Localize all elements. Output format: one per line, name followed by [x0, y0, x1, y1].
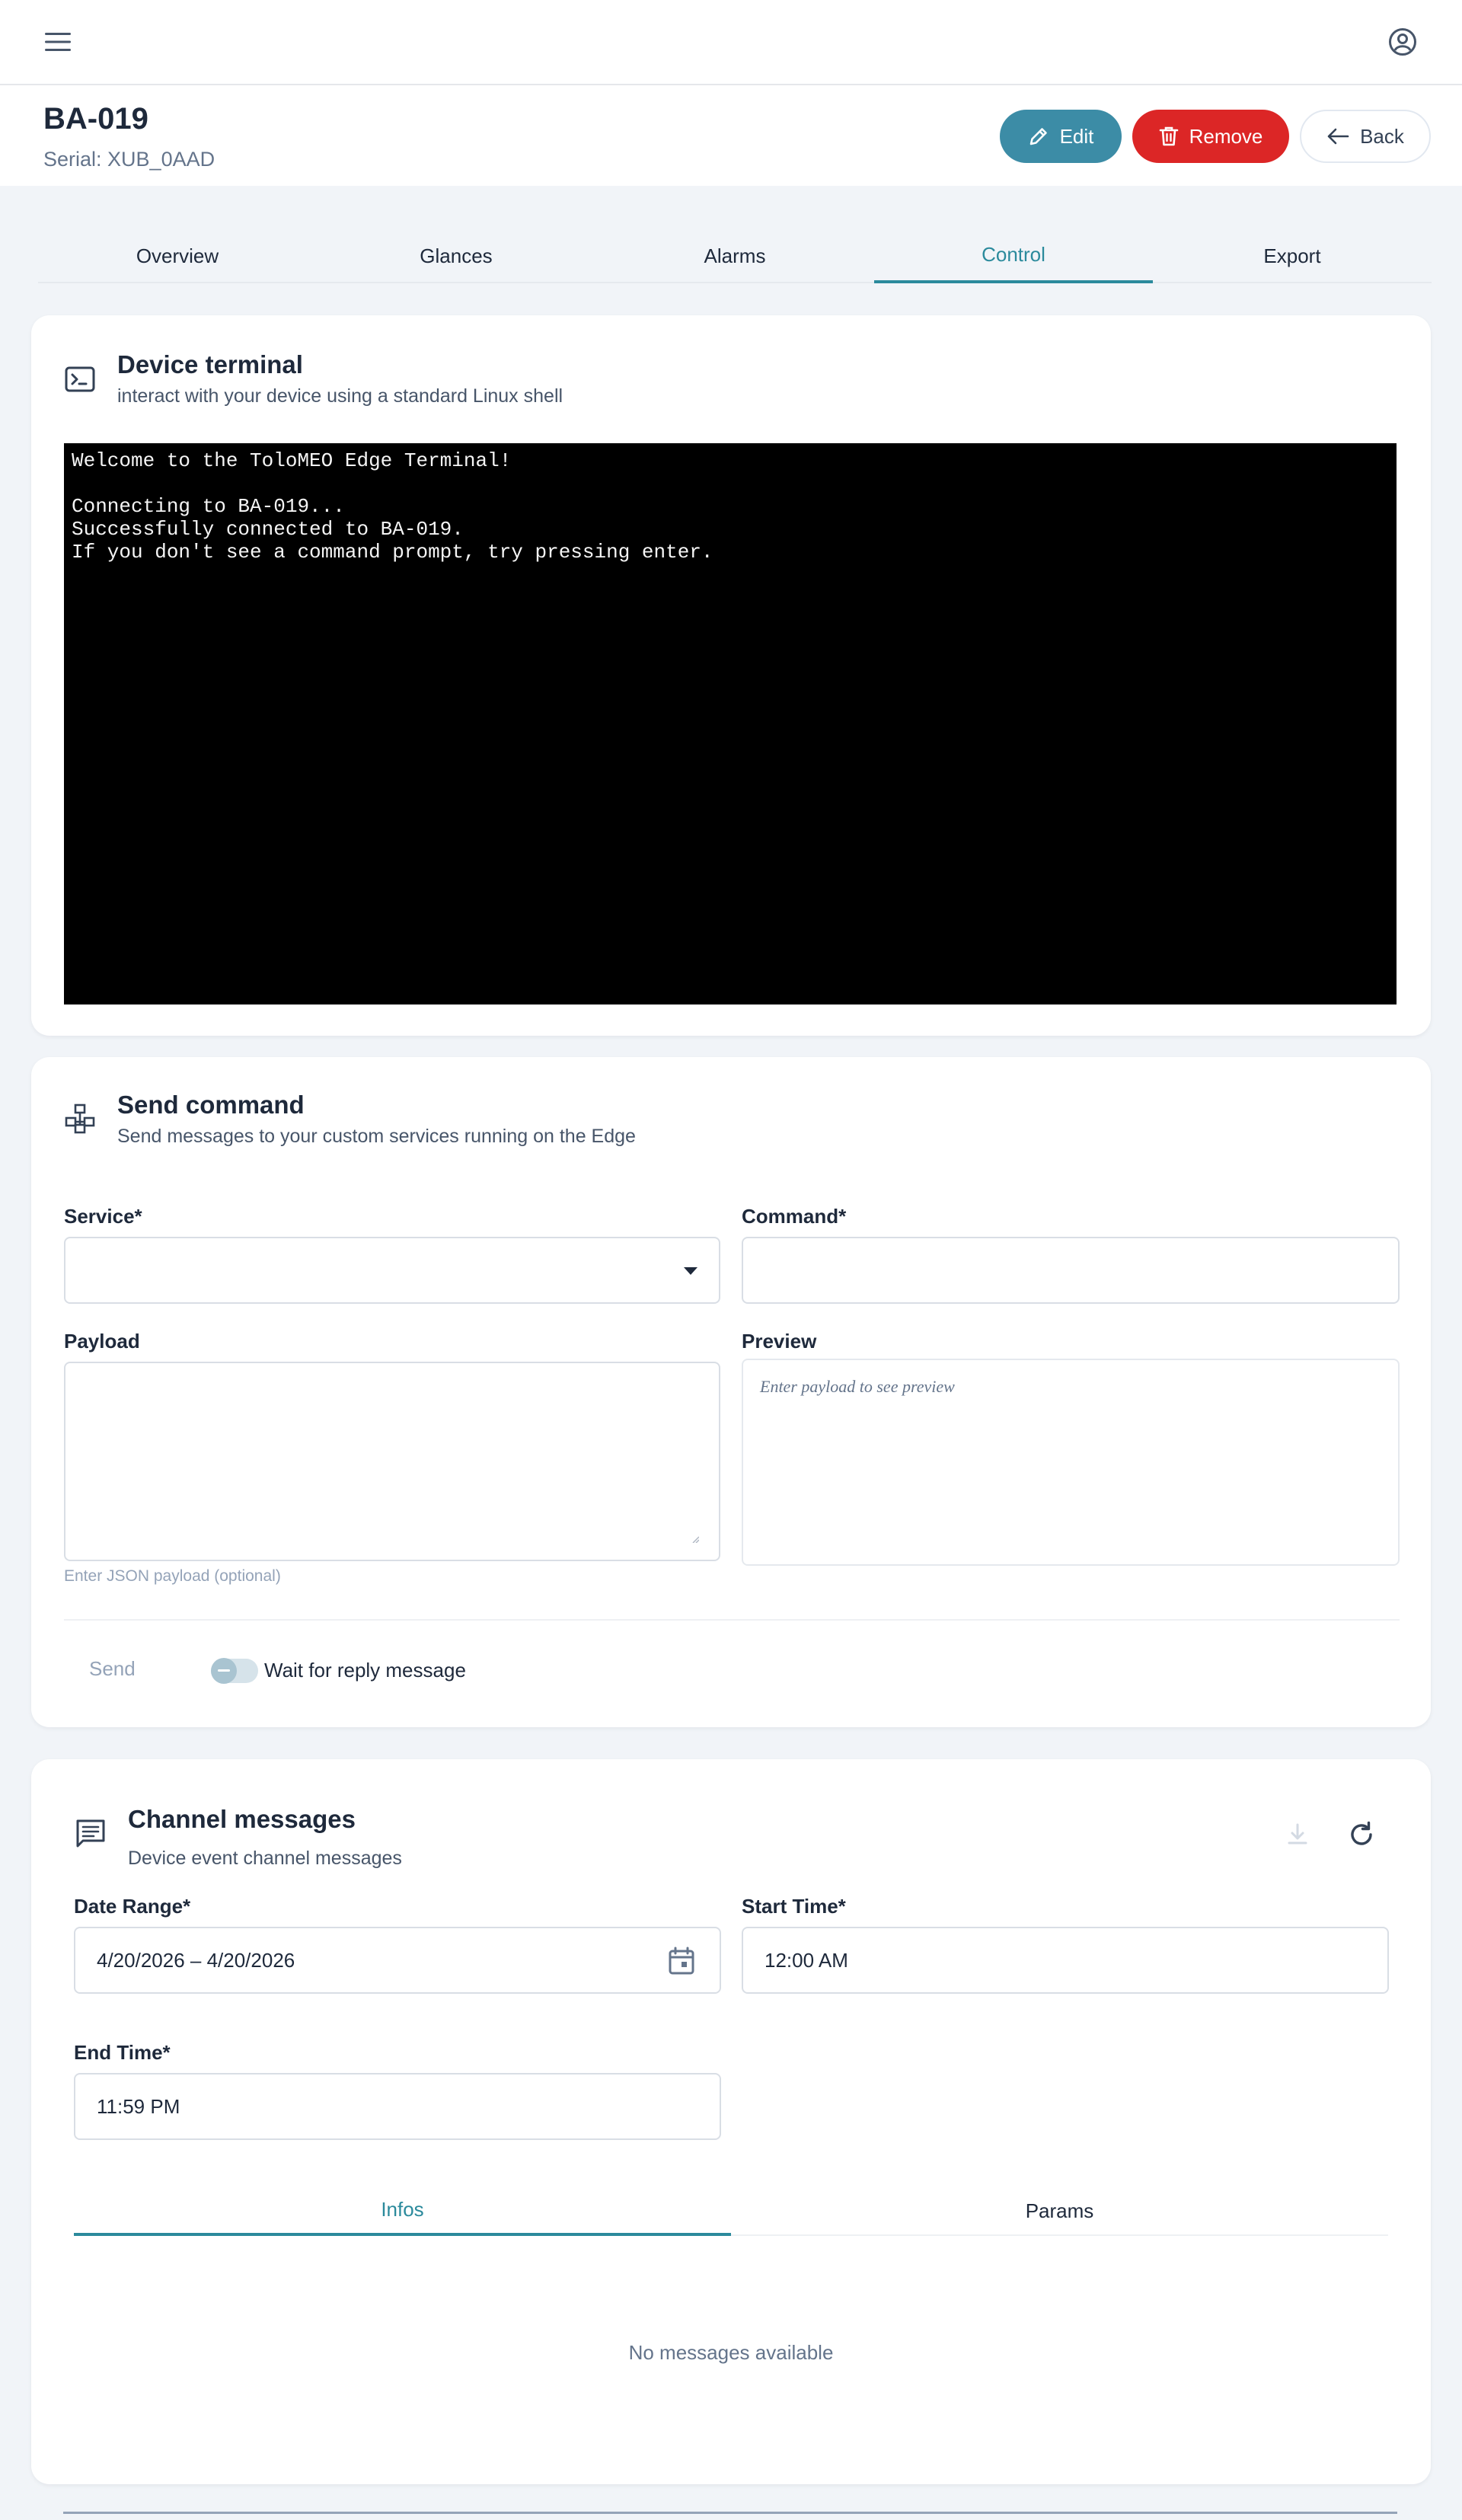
- channel-messages-title: Channel messages: [128, 1805, 356, 1833]
- date-range-value: 4/20/2026 – 4/20/2026: [97, 1948, 295, 1972]
- device-terminal-card: Device terminal interact with your devic…: [31, 315, 1431, 1036]
- edit-button[interactable]: Edit: [1000, 110, 1122, 163]
- divider: [64, 1619, 1400, 1621]
- scroll-indicator: [63, 2512, 1397, 2514]
- remove-button[interactable]: Remove: [1132, 110, 1289, 163]
- account-circle-icon[interactable]: [1378, 18, 1427, 66]
- tab-glances[interactable]: Glances: [317, 228, 595, 283]
- back-button[interactable]: Back: [1300, 110, 1431, 163]
- pencil-icon: [1029, 128, 1047, 145]
- send-command-card: Send command Send messages to your custo…: [31, 1057, 1431, 1727]
- start-time-label: Start Time*: [742, 1895, 846, 1918]
- empty-messages-text: No messages available: [628, 2341, 834, 2364]
- edit-button-label: Edit: [1059, 124, 1094, 148]
- end-time-value: 11:59 PM: [97, 2094, 180, 2118]
- device-tabs: Overview Glances Alarms Control Export: [38, 228, 1432, 283]
- device-serial: Serial: XUB_0AAD: [43, 148, 215, 171]
- start-time-value: 12:00 AM: [765, 1948, 848, 1972]
- terminal-card-title: Device terminal: [117, 350, 303, 378]
- terminal-line: Successfully connected to BA-019.: [72, 518, 464, 541]
- service-nodes-icon: [65, 1103, 95, 1134]
- payload-hint: Enter JSON payload (optional): [64, 1567, 281, 1585]
- resize-handle-icon[interactable]: [691, 1535, 699, 1543]
- terminal-line: Welcome to the ToloMEO Edge Terminal!: [72, 449, 512, 472]
- preview-panel: Enter payload to see preview: [742, 1359, 1400, 1566]
- chat-message-icon: [76, 1819, 105, 1848]
- back-button-label: Back: [1360, 124, 1404, 148]
- page-title: BA-019: [43, 102, 148, 136]
- send-command-subtitle: Send messages to your custom services ru…: [117, 1126, 636, 1147]
- preview-label: Preview: [742, 1330, 817, 1353]
- preview-placeholder: Enter payload to see preview: [760, 1377, 955, 1396]
- message-type-tabs: Infos Params: [74, 2186, 1388, 2236]
- command-input[interactable]: [742, 1237, 1400, 1304]
- date-range-input[interactable]: 4/20/2026 – 4/20/2026: [74, 1927, 721, 1994]
- end-time-input[interactable]: 11:59 PM: [74, 2073, 721, 2140]
- dropdown-arrow-icon: [684, 1267, 697, 1275]
- device-header: BA-019 Serial: XUB_0AAD Edit Remove Back: [0, 85, 1462, 186]
- refresh-icon[interactable]: [1347, 1820, 1376, 1849]
- tab-overview[interactable]: Overview: [38, 228, 317, 283]
- download-icon[interactable]: [1285, 1822, 1310, 1848]
- arrow-left-icon: [1327, 128, 1349, 145]
- terminal-line: Connecting to BA-019...: [72, 495, 345, 518]
- payload-label: Payload: [64, 1330, 140, 1353]
- wait-reply-toggle[interactable]: [211, 1658, 258, 1684]
- tab-params[interactable]: Params: [731, 2186, 1388, 2236]
- top-app-bar: [0, 0, 1462, 85]
- terminal-line: If you don't see a command prompt, try p…: [72, 541, 713, 564]
- tab-alarms[interactable]: Alarms: [595, 228, 874, 283]
- service-select[interactable]: [64, 1237, 720, 1304]
- remove-button-label: Remove: [1189, 124, 1263, 148]
- wait-reply-label: Wait for reply message: [264, 1659, 466, 1682]
- payload-textarea[interactable]: [64, 1362, 720, 1561]
- command-label: Command*: [742, 1205, 847, 1228]
- send-button[interactable]: Send: [89, 1657, 136, 1681]
- menu-icon[interactable]: [34, 18, 82, 66]
- send-command-title: Send command: [117, 1091, 305, 1119]
- tab-control[interactable]: Control: [874, 228, 1153, 283]
- end-time-label: End Time*: [74, 2041, 171, 2064]
- channel-messages-card: Channel messages Device event channel me…: [31, 1759, 1431, 2484]
- toggle-knob: [211, 1658, 237, 1684]
- start-time-input[interactable]: 12:00 AM: [742, 1927, 1389, 1994]
- service-label: Service*: [64, 1205, 142, 1228]
- terminal-icon: [65, 366, 95, 392]
- date-range-label: Date Range*: [74, 1895, 191, 1918]
- calendar-icon[interactable]: [668, 1947, 695, 1975]
- trash-icon: [1159, 126, 1178, 146]
- minus-icon: [218, 1669, 230, 1672]
- tab-export[interactable]: Export: [1153, 228, 1432, 283]
- tab-infos[interactable]: Infos: [74, 2186, 731, 2236]
- terminal-screen[interactable]: Welcome to the ToloMEO Edge Terminal! Co…: [64, 443, 1397, 1004]
- terminal-card-subtitle: interact with your device using a standa…: [117, 385, 563, 407]
- channel-messages-subtitle: Device event channel messages: [128, 1848, 402, 1869]
